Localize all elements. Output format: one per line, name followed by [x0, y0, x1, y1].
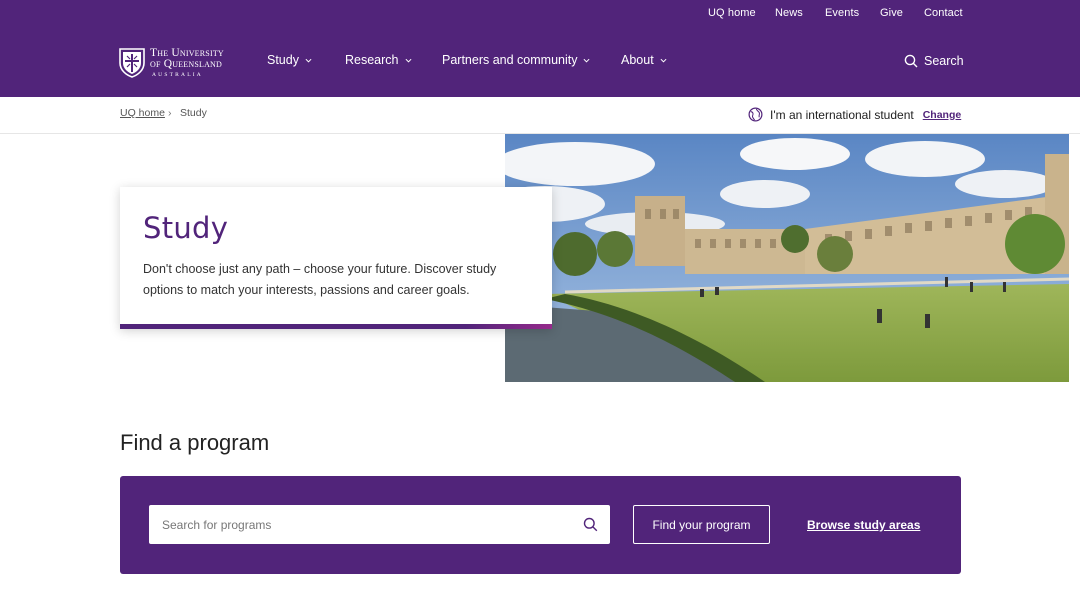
change-student-type-link[interactable]: Change — [923, 109, 962, 121]
program-search-box — [149, 505, 610, 544]
page-title: Study — [143, 211, 229, 245]
student-type-label: I'm an international student — [770, 107, 914, 122]
program-search-input[interactable] — [149, 505, 569, 544]
utility-link-news[interactable]: News — [775, 7, 803, 19]
logo-line-3: AUSTRALIA — [152, 71, 203, 78]
breadcrumb: UQ home › Study I'm an international stu… — [0, 97, 1080, 134]
header-search-button[interactable]: Search — [904, 54, 964, 68]
nav-item-label: Study — [267, 53, 299, 67]
hero-campus-image — [505, 134, 1069, 382]
search-icon — [904, 54, 918, 68]
header-search-label: Search — [924, 54, 964, 68]
breadcrumb-separator: › — [168, 107, 172, 119]
nav-item-label: Partners and community — [442, 53, 578, 67]
globe-icon — [748, 107, 763, 122]
find-program-heading: Find a program — [120, 430, 270, 455]
chevron-down-icon — [405, 58, 411, 63]
student-type-selector: I'm an international student Change — [748, 107, 961, 122]
nav-item-research[interactable]: Research — [345, 53, 412, 67]
hero-description: Don't choose just any path – choose your… — [143, 262, 497, 297]
logo-line-2: of Queensland — [150, 58, 223, 71]
search-icon[interactable] — [583, 517, 598, 532]
uq-logo[interactable]: The University of Queensland AUSTRALIA — [119, 47, 224, 79]
breadcrumb-current: Study — [180, 107, 207, 119]
nav-item-partners-and-community[interactable]: Partners and community — [442, 53, 590, 67]
hero-card: Study Don't choose just any path – choos… — [120, 187, 552, 329]
breadcrumb-home-link[interactable]: UQ home — [120, 107, 165, 119]
nav-item-label: Research — [345, 53, 399, 67]
utility-bar: UQ home News Events Give Contact — [0, 0, 1080, 29]
find-program-panel: Find your program Browse study areas — [120, 476, 961, 574]
nav-item-about[interactable]: About — [621, 53, 667, 67]
utility-link-give[interactable]: Give — [880, 7, 903, 19]
utility-link-contact[interactable]: Contact — [924, 7, 963, 19]
nav-item-study[interactable]: Study — [267, 53, 312, 67]
nav-item-label: About — [621, 53, 654, 67]
main-navigation: The University of Queensland AUSTRALIA S… — [0, 29, 1080, 97]
logo-wordmark: The University of Queensland AUSTRALIA — [150, 47, 224, 79]
chevron-down-icon — [583, 58, 590, 63]
utility-link-uq-home[interactable]: UQ home — [708, 7, 756, 19]
crest-icon — [119, 48, 145, 78]
utility-link-events[interactable]: Events — [825, 7, 859, 19]
hero-card-accent-bar — [120, 324, 552, 329]
chevron-down-icon — [660, 58, 667, 63]
chevron-down-icon — [305, 58, 312, 63]
find-your-program-button[interactable]: Find your program — [633, 505, 770, 544]
browse-study-areas-link[interactable]: Browse study areas — [807, 518, 920, 532]
